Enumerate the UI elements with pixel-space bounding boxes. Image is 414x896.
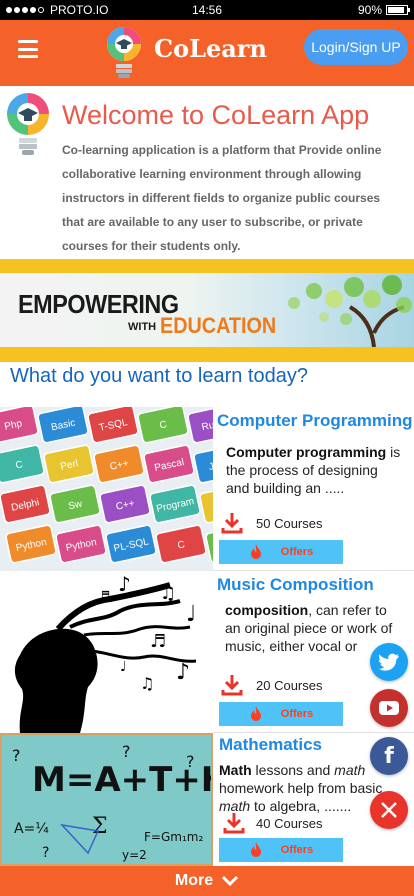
math-board-image: M=A+T+H ? ? ? A=¼ Σ F=Gm₁m₂ ? y=2 <box>0 733 213 866</box>
welcome-title: Welcome to CoLearn App <box>62 100 370 130</box>
offers-button[interactable]: Offers <box>219 838 343 862</box>
course-count-label: 20 Courses <box>256 677 323 693</box>
offers-button[interactable]: Offers <box>219 702 343 726</box>
banner-headline: EMPOWERING <box>18 289 179 319</box>
svg-text:A=¼: A=¼ <box>14 821 49 837</box>
login-signup-button[interactable]: Login/Sign UP <box>304 29 408 65</box>
keyboard-key: Scala <box>199 484 213 524</box>
svg-text:♩: ♩ <box>186 602 196 627</box>
facebook-button[interactable]: f <box>370 737 408 775</box>
keyboard-key: T-SQL <box>87 407 139 444</box>
course-title[interactable]: Computer Programming <box>217 411 413 431</box>
chevron-down-icon <box>222 875 239 887</box>
keyboard-key: Ruby <box>187 407 213 444</box>
course-count: 40 Courses <box>222 811 322 835</box>
course-count-label: 40 Courses <box>256 815 323 831</box>
battery-info: 90% <box>357 3 410 17</box>
svg-text:♬: ♬ <box>150 631 166 652</box>
keyboard-key: Java <box>193 444 213 484</box>
menu-icon[interactable] <box>18 40 38 58</box>
offers-label: Offers <box>280 708 314 720</box>
download-icon <box>221 675 243 696</box>
keyboard-key: C++ <box>99 484 151 524</box>
section-title: What do you want to learn today? <box>10 365 308 387</box>
svg-text:F=Gm₁m₂: F=Gm₁m₂ <box>144 830 203 844</box>
svg-text:♪: ♪ <box>118 572 131 596</box>
keyboard-key: Delphi <box>0 484 51 524</box>
course-title[interactable]: Music Composition <box>217 575 374 595</box>
course-card-mathematics[interactable]: M=A+T+H ? ? ? A=¼ Σ F=Gm₁m₂ ? y=2 Mathem… <box>0 733 414 866</box>
more-label: More <box>174 872 214 889</box>
lightbulb-logo-icon <box>107 27 141 78</box>
close-fab-button[interactable] <box>370 791 408 829</box>
download-icon <box>223 813 245 834</box>
app-logo-text: CoLearn <box>154 34 267 63</box>
empowering-banner: EMPOWERING WITH EDUCATION <box>0 259 414 362</box>
fire-icon <box>250 544 261 559</box>
course-count: 50 Courses <box>220 511 322 535</box>
keyboard-key: Python <box>55 524 107 564</box>
keyboard-key: C <box>0 444 45 484</box>
svg-text:♫: ♫ <box>140 674 154 693</box>
keyboard-key: Python <box>5 524 57 564</box>
lightbulb-icon <box>7 93 49 155</box>
youtube-button[interactable] <box>370 689 408 727</box>
svg-text:Σ: Σ <box>92 814 108 839</box>
youtube-icon <box>379 701 399 715</box>
tree-illustration <box>288 275 412 347</box>
offers-button[interactable]: Offers <box>219 540 343 564</box>
svg-text:?: ? <box>122 742 131 761</box>
download-icon <box>221 513 243 534</box>
status-bar: PROTO.IO 14:56 90% <box>0 0 414 20</box>
keyboard-key: C# <box>205 524 213 564</box>
keyboard-key: Program <box>149 484 201 524</box>
clock: 14:56 <box>191 3 223 17</box>
svg-text:♬: ♬ <box>98 589 111 605</box>
course-title[interactable]: Mathematics <box>219 735 322 755</box>
offers-label: Offers <box>280 546 314 558</box>
svg-text:♪: ♪ <box>176 660 190 685</box>
keyboard-image: Php Basic T-SQL C Ruby C Perl C++ Pascal Java Delp… <box>0 407 213 571</box>
battery-icon <box>386 5 410 15</box>
course-count: 20 Courses <box>220 673 322 697</box>
close-icon <box>381 802 397 818</box>
course-count-label: 50 Courses <box>256 515 323 531</box>
app-header: CoLearn Login/Sign UP <box>0 20 414 86</box>
course-card-computer-programming[interactable]: Php Basic T-SQL C Ruby C Perl C++ Pascal Java Delp… <box>0 407 414 571</box>
svg-text:?: ? <box>186 752 195 771</box>
offers-label: Offers <box>280 844 314 856</box>
svg-text:?: ? <box>42 845 49 861</box>
keyboard-key: Perl <box>43 444 95 484</box>
facebook-icon: f <box>384 743 394 769</box>
fire-icon <box>250 706 261 721</box>
keyboard-key: Basic <box>37 407 89 444</box>
fire-icon <box>250 842 261 857</box>
welcome-description: Co-learning application is a platform th… <box>62 143 382 253</box>
course-description: Computer programming is the process of d… <box>226 444 401 496</box>
banner-with: WITH <box>128 321 157 333</box>
music-silhouette-image: ♪ ♫ ♩ ♬ ♪ ♫ ♩ ♬ <box>0 571 213 733</box>
keyboard-key: PL-SQL <box>105 524 157 564</box>
svg-text:?: ? <box>12 746 21 765</box>
keyboard-key: C <box>155 524 207 564</box>
twitter-icon <box>379 653 399 671</box>
more-button[interactable]: More <box>0 866 414 896</box>
svg-text:y=2: y=2 <box>122 848 147 862</box>
course-card-music-composition[interactable]: ♪ ♫ ♩ ♬ ♪ ♫ ♩ ♬ Music Composition compos… <box>0 571 414 733</box>
keyboard-key: C <box>137 407 189 444</box>
keyboard-key: C++ <box>93 444 145 484</box>
keyboard-key: Pascal <box>143 444 195 484</box>
svg-text:♫: ♫ <box>160 583 176 604</box>
svg-text:♩: ♩ <box>120 659 127 675</box>
battery-percent: 90% <box>357 3 382 17</box>
twitter-button[interactable] <box>370 643 408 681</box>
keyboard-key: Sw <box>49 484 101 524</box>
keyboard-key: Php <box>0 407 39 444</box>
